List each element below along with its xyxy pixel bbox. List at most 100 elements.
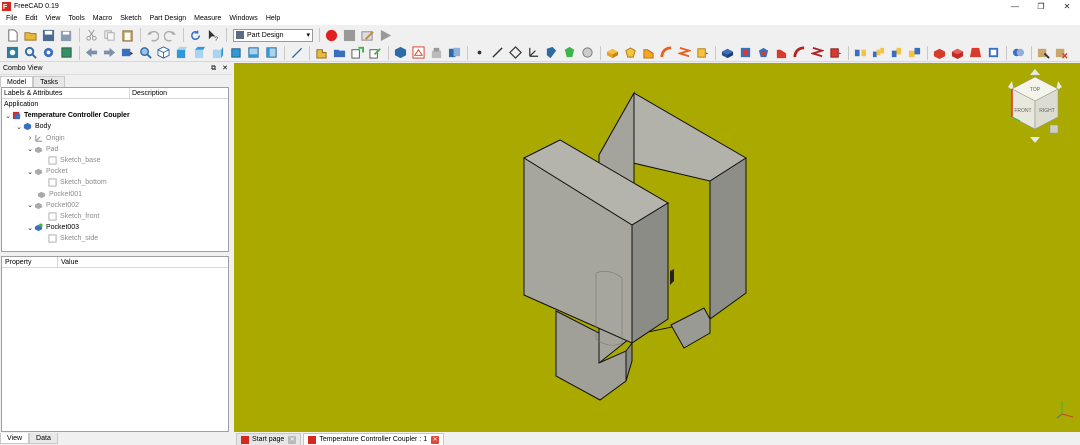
coupler-model[interactable]	[234, 63, 1080, 432]
create-body-button[interactable]	[392, 45, 408, 61]
undo-button[interactable]	[144, 27, 160, 43]
chevron-down-icon[interactable]: ⌄	[26, 224, 34, 232]
nav-cube-menu-icon[interactable]	[1049, 124, 1059, 134]
tree-item-sketch-side[interactable]: Sketch_side	[2, 233, 228, 244]
cut-button[interactable]	[83, 27, 99, 43]
additive-pipe-button[interactable]	[658, 45, 674, 61]
tree-item-sketch-front[interactable]: Sketch_front	[2, 211, 228, 222]
view-top-button[interactable]	[191, 45, 207, 61]
datum-plane-button[interactable]	[507, 45, 523, 61]
link-actions-button[interactable]	[367, 45, 383, 61]
datum-line-button[interactable]	[489, 45, 505, 61]
doc-tab-coupler[interactable]: Temperature Controller Coupler : 1 ✕	[303, 433, 445, 445]
close-panel-icon[interactable]: ✕	[222, 63, 228, 75]
view-bottom-button[interactable]	[245, 45, 261, 61]
draw-style-button[interactable]	[40, 45, 56, 61]
clone-shape-button[interactable]	[579, 45, 595, 61]
chevron-right-icon[interactable]: ›	[26, 135, 34, 142]
3d-viewport[interactable]: TOP FRONT RIGHT	[234, 63, 1080, 432]
view-isometric-button[interactable]	[155, 45, 171, 61]
menu-sketch[interactable]: Sketch	[116, 12, 145, 25]
subtractive-primitive-button[interactable]	[827, 45, 843, 61]
additive-helix-button[interactable]	[676, 45, 692, 61]
create-group-button[interactable]	[331, 45, 347, 61]
tree-item-pocket001[interactable]: Pocket001	[2, 189, 228, 200]
open-button[interactable]	[22, 27, 38, 43]
view-left-button[interactable]	[263, 45, 279, 61]
create-link-button[interactable]	[349, 45, 365, 61]
measure-clear-button[interactable]	[1053, 45, 1069, 61]
tree-item-body[interactable]: ⌄ Body	[2, 121, 228, 132]
datum-point-button[interactable]	[471, 45, 487, 61]
menu-macro[interactable]: Macro	[89, 12, 116, 25]
tree-item-sketch-bottom[interactable]: Sketch_bottom	[2, 177, 228, 188]
validate-sketch-button[interactable]	[428, 45, 444, 61]
nav-arrow-up-icon[interactable]	[1030, 69, 1040, 75]
pocket-button[interactable]	[719, 45, 735, 61]
additive-loft-button[interactable]	[640, 45, 656, 61]
column-property[interactable]: Property	[2, 257, 58, 267]
clone-button[interactable]	[446, 45, 462, 61]
pad-button[interactable]	[604, 45, 620, 61]
macro-stop-button[interactable]	[341, 27, 357, 43]
subtractive-pipe-button[interactable]	[791, 45, 807, 61]
multi-transform-button[interactable]	[906, 45, 922, 61]
paste-button[interactable]	[119, 27, 135, 43]
mirrored-button[interactable]	[852, 45, 868, 61]
boolean-button[interactable]	[1010, 45, 1026, 61]
macro-edit-button[interactable]	[359, 27, 375, 43]
chamfer-button[interactable]	[949, 45, 965, 61]
chevron-down-icon[interactable]: ⌄	[26, 201, 34, 209]
subtractive-helix-button[interactable]	[809, 45, 825, 61]
restore-button[interactable]: ❐	[1028, 0, 1054, 12]
thickness-button[interactable]	[985, 45, 1001, 61]
tree-item-document[interactable]: ⌄ Temperature Controller Coupler	[2, 110, 228, 121]
macro-play-button[interactable]	[377, 27, 393, 43]
copy-button[interactable]	[101, 27, 117, 43]
close-window-button[interactable]: ✕	[1054, 0, 1080, 12]
save-button[interactable]	[40, 27, 56, 43]
subshape-binder-button[interactable]	[561, 45, 577, 61]
doc-tab-start-page[interactable]: Start page ✕	[236, 433, 302, 445]
tree-item-pocket[interactable]: ⌄ Pocket	[2, 166, 228, 177]
bounding-box-button[interactable]	[58, 45, 74, 61]
groove-button[interactable]	[755, 45, 771, 61]
revolution-button[interactable]	[622, 45, 638, 61]
view-front-button[interactable]	[173, 45, 189, 61]
chevron-down-icon[interactable]: ⌄	[26, 168, 34, 176]
tab-model[interactable]: Model	[0, 76, 34, 87]
navigation-cube[interactable]: TOP FRONT RIGHT	[1000, 67, 1070, 145]
polar-pattern-button[interactable]	[888, 45, 904, 61]
new-document-button[interactable]	[4, 27, 20, 43]
refresh-button[interactable]	[187, 27, 203, 43]
nav-arrow-down-icon[interactable]	[1030, 137, 1040, 143]
close-icon[interactable]: ✕	[431, 435, 440, 444]
measure-linear-button[interactable]	[1035, 45, 1051, 61]
create-sketch-button[interactable]	[410, 45, 426, 61]
column-value[interactable]: Value	[58, 257, 78, 267]
close-icon[interactable]: ✕	[288, 435, 297, 444]
std-views-button[interactable]	[119, 45, 135, 61]
redo-button[interactable]	[162, 27, 178, 43]
view-rear-button[interactable]	[227, 45, 243, 61]
zoom-button[interactable]	[137, 45, 153, 61]
menu-measure[interactable]: Measure	[190, 12, 225, 25]
whats-this-button[interactable]: ?	[205, 27, 221, 43]
workbench-selector[interactable]: Part Design ▾	[233, 28, 313, 42]
tab-view[interactable]: View	[0, 433, 30, 444]
minimize-button[interactable]: —	[1002, 0, 1028, 12]
column-description[interactable]: Description	[130, 88, 167, 98]
chevron-down-icon[interactable]: ⌄	[26, 145, 34, 153]
chevron-down-icon[interactable]: ⌄	[4, 112, 12, 120]
create-part-button[interactable]	[313, 45, 329, 61]
menu-view[interactable]: View	[41, 12, 64, 25]
tree-item-pocket003[interactable]: ⌄ Pocket003	[2, 222, 228, 233]
tree-item-pad[interactable]: ⌄ Pad	[2, 144, 228, 155]
additive-primitive-button[interactable]	[694, 45, 710, 61]
tab-tasks[interactable]: Tasks	[33, 76, 65, 87]
tree-item-pocket002[interactable]: ⌄ Pocket002	[2, 200, 228, 211]
fit-selection-button[interactable]	[22, 45, 38, 61]
forward-button[interactable]	[101, 45, 117, 61]
shape-binder-button[interactable]	[543, 45, 559, 61]
fillet-button[interactable]	[931, 45, 947, 61]
